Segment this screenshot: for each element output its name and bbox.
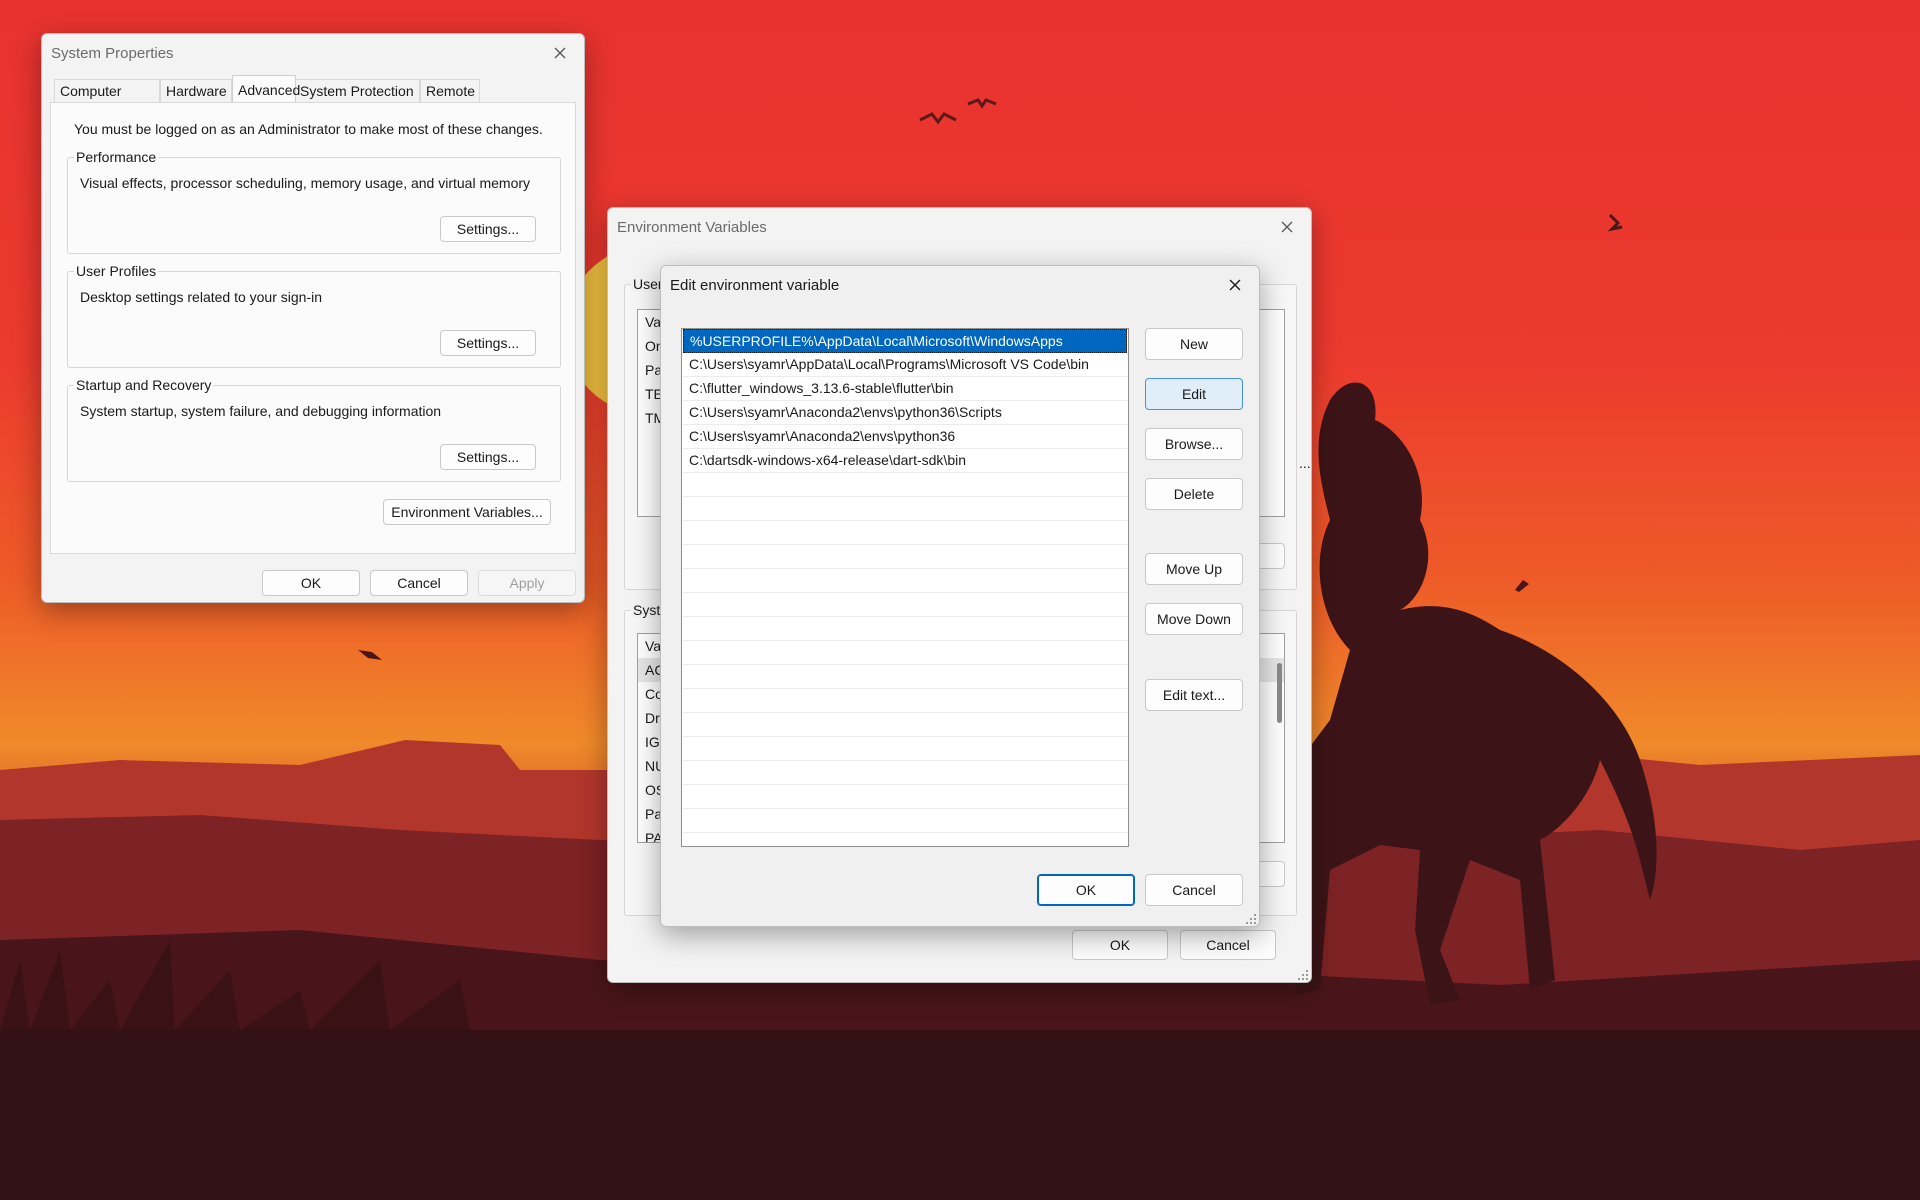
path-entry[interactable]: C:\Users\syamr\AppData\Local\Programs\Mi… <box>683 353 1127 377</box>
path-entry-text: C:\Users\syamr\Anaconda2\envs\python36 <box>689 428 956 444</box>
system-properties-window: System Properties Computer Name Hardware… <box>41 33 585 603</box>
scrollbar-thumb[interactable] <box>1277 663 1282 723</box>
ground <box>0 1030 1920 1200</box>
ellipsis-text: ... <box>1299 455 1311 471</box>
startup-recovery-settings-button[interactable]: Settings... <box>440 444 536 470</box>
environment-variables-button[interactable]: Environment Variables... <box>383 499 551 525</box>
window-title: Environment Variables <box>617 219 767 236</box>
delete-button[interactable]: Delete <box>1145 478 1243 510</box>
empty-row[interactable] <box>683 785 1127 809</box>
path-entry[interactable]: C:\Users\syamr\Anaconda2\envs\python36 <box>683 425 1127 449</box>
performance-settings-button[interactable]: Settings... <box>440 216 536 242</box>
path-entry-text: C:\Users\syamr\AppData\Local\Programs\Mi… <box>689 356 1089 372</box>
empty-row[interactable] <box>683 689 1127 713</box>
edit-text-button[interactable]: Edit text... <box>1145 679 1243 711</box>
bird-shape <box>1607 213 1623 232</box>
admin-note: You must be logged on as an Administrato… <box>74 121 543 137</box>
empty-row[interactable] <box>683 617 1127 641</box>
empty-row[interactable] <box>683 473 1127 497</box>
path-entry[interactable]: C:\dartsdk-windows-x64-release\dart-sdk\… <box>683 449 1127 473</box>
path-entry-text: C:\flutter_windows_3.13.6-stable\flutter… <box>689 380 954 396</box>
performance-legend: Performance <box>74 149 159 165</box>
tab-remote[interactable]: Remote <box>420 79 480 103</box>
user-profiles-settings-button[interactable]: Settings... <box>440 330 536 356</box>
path-entry[interactable]: C:\flutter_windows_3.13.6-stable\flutter… <box>683 377 1127 401</box>
empty-row[interactable] <box>683 593 1127 617</box>
performance-description: Visual effects, processor scheduling, me… <box>80 175 531 191</box>
move-down-button[interactable]: Move Down <box>1145 603 1243 635</box>
advanced-tab-panel: You must be logged on as an Administrato… <box>50 102 576 554</box>
ok-button[interactable]: OK <box>1037 874 1135 906</box>
bird-shape <box>919 112 957 125</box>
startup-recovery-legend: Startup and Recovery <box>74 377 214 393</box>
performance-group: Performance Visual effects, processor sc… <box>67 149 561 254</box>
new-button[interactable]: New <box>1145 328 1243 360</box>
edit-variable-titlebar[interactable]: Edit environment variable <box>661 266 1259 304</box>
apply-button[interactable]: Apply <box>478 570 576 596</box>
edit-environment-variable-dialog: Edit environment variable %USERPROFILE%\… <box>660 265 1260 927</box>
empty-row[interactable] <box>683 713 1127 737</box>
bird-shape <box>967 98 997 109</box>
close-icon[interactable] <box>550 43 570 63</box>
move-up-button[interactable]: Move Up <box>1145 553 1243 585</box>
ok-button[interactable]: OK <box>262 570 360 596</box>
environment-variables-titlebar[interactable]: Environment Variables <box>608 208 1311 246</box>
resize-grip-icon[interactable] <box>1245 912 1257 924</box>
edit-button[interactable]: Edit <box>1145 378 1243 410</box>
tab-system-protection[interactable]: System Protection <box>294 79 420 103</box>
empty-row[interactable] <box>683 545 1127 569</box>
window-title: System Properties <box>51 45 174 62</box>
path-list[interactable]: %USERPROFILE%\AppData\Local\Microsoft\Wi… <box>681 328 1129 847</box>
close-icon[interactable] <box>1225 275 1245 295</box>
empty-row[interactable] <box>683 497 1127 521</box>
startup-recovery-description: System startup, system failure, and debu… <box>80 403 442 419</box>
user-profiles-legend: User Profiles <box>74 263 159 279</box>
empty-row[interactable] <box>683 761 1127 785</box>
tab-hardware[interactable]: Hardware <box>160 79 232 103</box>
window-title: Edit environment variable <box>670 277 840 294</box>
browse-button[interactable]: Browse... <box>1145 428 1243 460</box>
cancel-button[interactable]: Cancel <box>1145 874 1243 906</box>
empty-row[interactable] <box>683 665 1127 689</box>
bird-shape <box>358 650 382 660</box>
tab-advanced[interactable]: Advanced <box>232 75 300 104</box>
empty-row[interactable] <box>683 737 1127 761</box>
empty-row[interactable] <box>683 569 1127 593</box>
path-entry-text: %USERPROFILE%\AppData\Local\Microsoft\Wi… <box>690 333 1063 349</box>
user-profiles-description: Desktop settings related to your sign-in <box>80 289 323 305</box>
empty-row[interactable] <box>683 641 1127 665</box>
path-entry[interactable]: %USERPROFILE%\AppData\Local\Microsoft\Wi… <box>683 329 1127 353</box>
resize-grip-icon[interactable] <box>1297 968 1309 980</box>
empty-row[interactable] <box>683 809 1127 833</box>
startup-recovery-group: Startup and Recovery System startup, sys… <box>67 377 561 482</box>
ok-button[interactable]: OK <box>1072 930 1168 960</box>
path-entry-text: C:\Users\syamr\Anaconda2\envs\python36\S… <box>689 404 1002 420</box>
user-profiles-group: User Profiles Desktop settings related t… <box>67 263 561 368</box>
close-icon[interactable] <box>1277 217 1297 237</box>
cancel-button[interactable]: Cancel <box>1180 930 1276 960</box>
path-entry-text: C:\dartsdk-windows-x64-release\dart-sdk\… <box>689 452 966 468</box>
cancel-button[interactable]: Cancel <box>370 570 468 596</box>
system-properties-titlebar[interactable]: System Properties <box>42 34 584 72</box>
empty-row[interactable] <box>683 521 1127 545</box>
bird-shape <box>1515 580 1529 592</box>
path-entry[interactable]: C:\Users\syamr\Anaconda2\envs\python36\S… <box>683 401 1127 425</box>
tab-computer-name[interactable]: Computer Name <box>54 79 160 121</box>
